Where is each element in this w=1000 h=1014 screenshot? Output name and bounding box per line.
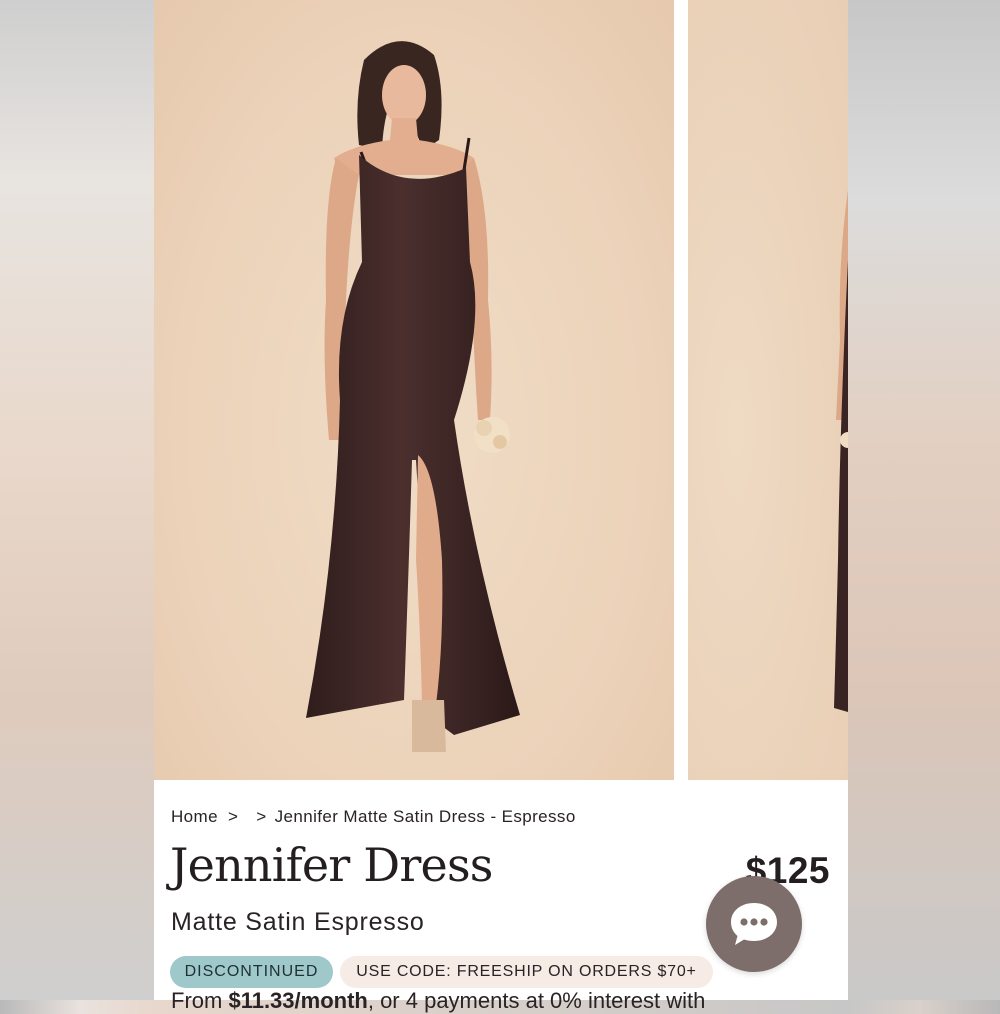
- breadcrumb: Home > > Jennifer Matte Satin Dress - Espre…: [171, 807, 576, 827]
- product-subtitle: Matte Satin Espresso: [171, 908, 425, 936]
- discontinued-badge: DISCONTINUED: [170, 956, 333, 988]
- chat-button[interactable]: [706, 876, 802, 972]
- blurred-left-background: [0, 0, 154, 1000]
- image-gap: [674, 0, 688, 780]
- breadcrumb-separator: >: [256, 807, 267, 826]
- breadcrumb-separator: >: [227, 807, 239, 826]
- product-image-next[interactable]: [688, 0, 848, 780]
- financing-text: From $11.33/month, or 4 payments at 0% i…: [171, 988, 705, 1014]
- financing-suffix: , or 4 payments at 0% interest with: [367, 988, 706, 1013]
- product-title: Jennifer Dress: [170, 838, 493, 892]
- breadcrumb-current: Jennifer Matte Satin Dress - Espresso: [274, 807, 576, 826]
- product-image-main[interactable]: [154, 0, 674, 780]
- breadcrumb-home-link[interactable]: Home: [171, 807, 218, 826]
- model-peek-illustration: [834, 190, 848, 712]
- financing-prefix: From: [171, 988, 229, 1013]
- model-in-dress-illustration: [306, 41, 520, 752]
- promo-code-badge: USE CODE: FREESHIP ON ORDERS $70+: [340, 956, 713, 988]
- chat-bubble-icon: [731, 903, 777, 945]
- financing-amount: $11.33/month: [228, 988, 368, 1013]
- blurred-right-background: [848, 0, 1000, 1000]
